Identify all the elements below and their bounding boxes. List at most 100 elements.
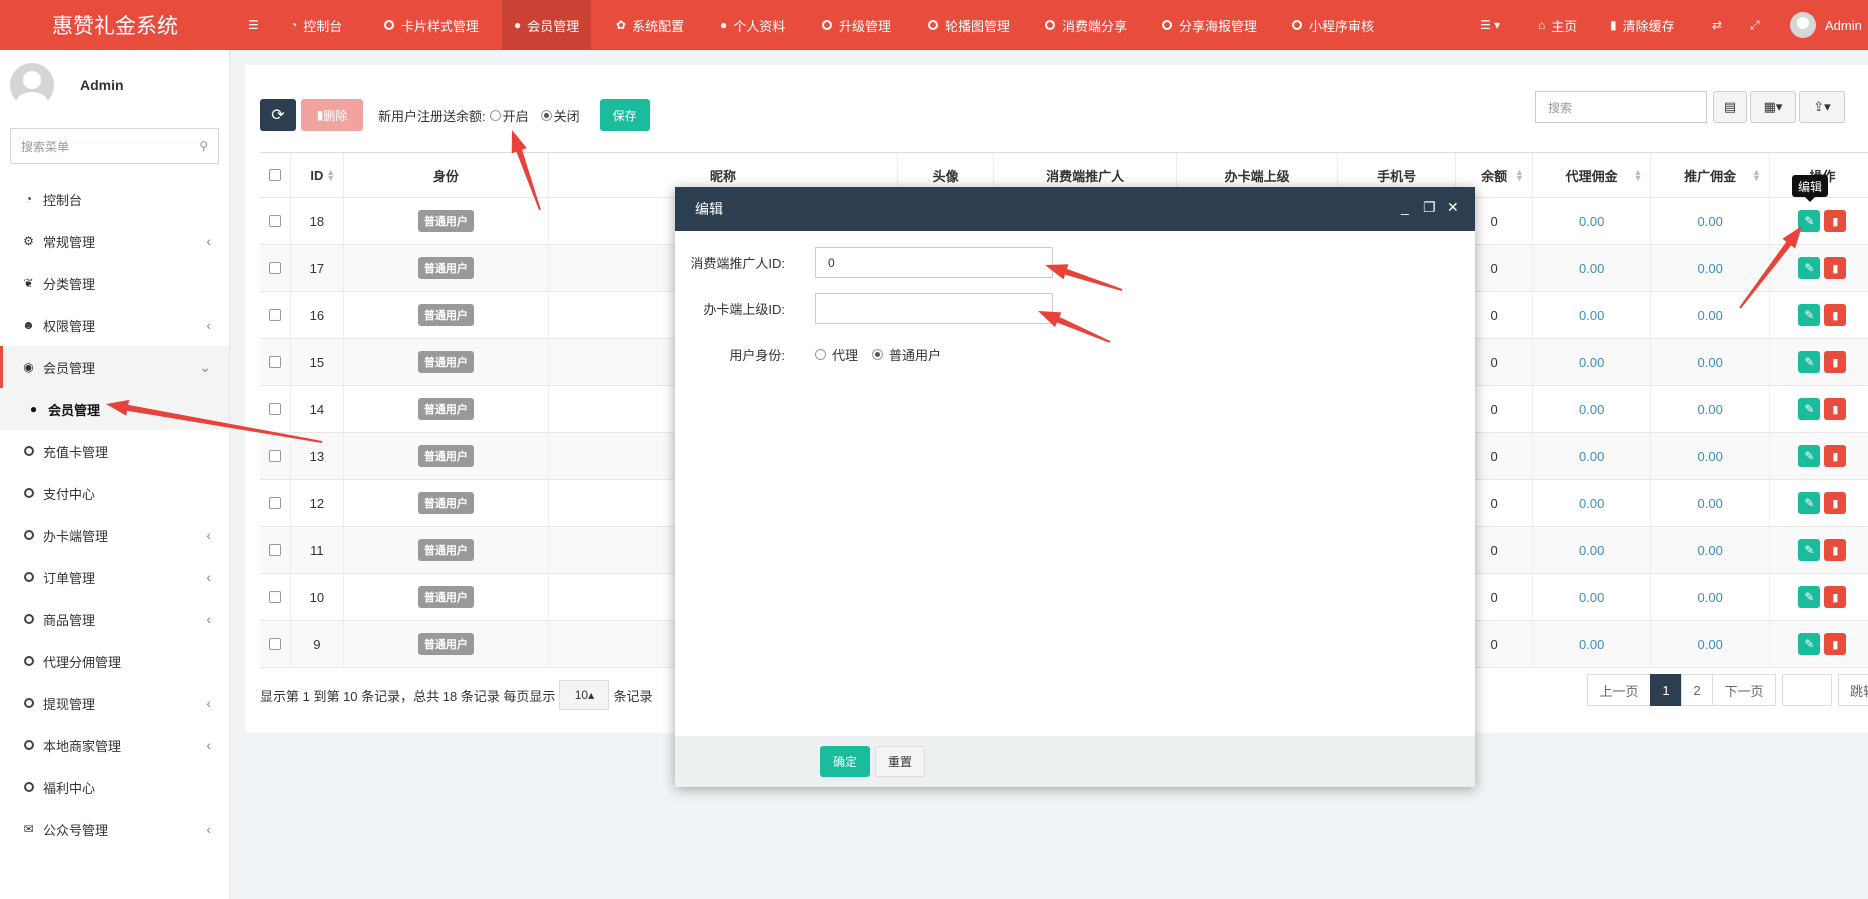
register-bonus-off-radio[interactable]: [540, 109, 552, 121]
promoter-id-input[interactable]: 0: [815, 247, 1053, 278]
edit-button[interactable]: ✎: [1798, 539, 1821, 561]
user-menu[interactable]: Admin: [1778, 0, 1868, 50]
fullscreen-button[interactable]: ⤢: [1738, 0, 1778, 50]
column-header-promo-commission[interactable]: 推广佣金 ▲ ▼: [1651, 153, 1770, 197]
nav-dashboard[interactable]: ◔ 控制台: [278, 0, 354, 50]
delete-row-button[interactable]: ▮: [1824, 633, 1847, 655]
checkbox[interactable]: [268, 215, 281, 227]
sidebar-item-card-issuer[interactable]: 办卡端管理 ‹: [0, 514, 229, 556]
checkbox[interactable]: [268, 169, 281, 181]
home-link[interactable]: ⌂ 主页: [1526, 0, 1589, 50]
nav-card-style[interactable]: 卡片样式管理: [372, 0, 491, 50]
clear-cache-button[interactable]: ▮ 清除缓存: [1598, 0, 1687, 50]
confirm-button[interactable]: 确定: [820, 746, 870, 777]
jump-button[interactable]: 跳转: [1838, 674, 1868, 706]
row-checkbox[interactable]: [260, 621, 291, 667]
identity-normal-radio[interactable]: [872, 349, 884, 360]
sidebar-item-wechat[interactable]: ✉ 公众号管理 ‹: [0, 808, 229, 850]
row-checkbox[interactable]: [260, 527, 291, 573]
reset-button[interactable]: 重置: [875, 746, 925, 777]
sidebar-item-welfare[interactable]: 福利中心: [0, 766, 229, 808]
row-checkbox[interactable]: [260, 433, 291, 479]
page-2-button[interactable]: 2: [1681, 674, 1713, 706]
nav-profile[interactable]: ● 个人资料: [708, 0, 797, 50]
sidebar-item-recharge-card[interactable]: 充值卡管理: [0, 430, 229, 472]
edit-button[interactable]: ✎: [1798, 398, 1821, 420]
superior-id-input[interactable]: [815, 293, 1053, 324]
column-header-id[interactable]: ID ▲ ▼: [291, 153, 345, 197]
sidebar-item-dashboard[interactable]: ◔ 控制台: [0, 178, 229, 220]
sidebar-item-permission[interactable]: ☻ 权限管理 ‹: [0, 304, 229, 346]
identity-agent-radio[interactable]: [815, 349, 826, 360]
checkbox[interactable]: [268, 356, 281, 368]
nav-carousel[interactable]: 轮播图管理: [916, 0, 1022, 50]
delete-row-button[interactable]: ▮: [1824, 398, 1847, 420]
menu-search-input[interactable]: 搜索菜单 ⚲: [10, 128, 219, 164]
sidebar-item-withdraw[interactable]: 提现管理 ‹: [0, 682, 229, 724]
close-icon[interactable]: ✕: [1447, 199, 1459, 216]
delete-row-button[interactable]: ▮: [1824, 586, 1847, 608]
delete-row-button[interactable]: ▮: [1824, 445, 1847, 467]
checkbox[interactable]: [268, 497, 281, 509]
edit-button[interactable]: ✎: [1798, 304, 1821, 326]
toggle-view-button[interactable]: ▤: [1713, 91, 1747, 123]
delete-row-button[interactable]: ▮: [1824, 257, 1847, 279]
checkbox[interactable]: [268, 403, 281, 415]
more-menu-button[interactable]: ☰ ▾: [1468, 0, 1518, 50]
delete-row-button[interactable]: ▮: [1824, 351, 1847, 373]
sidebar-item-member[interactable]: ◉ 会员管理 ⌄: [0, 346, 229, 388]
sidebar-toggle-button[interactable]: ☰: [236, 0, 277, 50]
edit-button[interactable]: ✎: [1798, 210, 1821, 232]
app-logo[interactable]: 惠赞礼金系统: [0, 0, 230, 50]
nav-miniprogram-review[interactable]: 小程序审核: [1280, 0, 1386, 50]
nav-share-poster[interactable]: 分享海报管理: [1150, 0, 1269, 50]
edit-button[interactable]: ✎: [1798, 257, 1821, 279]
edit-button[interactable]: ✎: [1798, 492, 1821, 514]
columns-button[interactable]: ▦▾: [1750, 91, 1796, 123]
checkbox[interactable]: [268, 262, 281, 274]
export-button[interactable]: ⇪▾: [1799, 91, 1845, 123]
page-1-button[interactable]: 1: [1650, 674, 1682, 706]
column-header-agent-commission[interactable]: 代理佣金 ▲ ▼: [1533, 153, 1652, 197]
table-search-input[interactable]: 搜索: [1535, 91, 1707, 123]
register-bonus-on-radio[interactable]: [489, 109, 501, 121]
checkbox[interactable]: [268, 544, 281, 556]
select-all-checkbox[interactable]: [260, 153, 291, 197]
row-checkbox[interactable]: [260, 339, 291, 385]
row-checkbox[interactable]: [260, 198, 291, 244]
nav-member[interactable]: ● 会员管理: [502, 0, 592, 50]
row-checkbox[interactable]: [260, 574, 291, 620]
sidebar-item-member-management[interactable]: ● 会员管理: [0, 388, 229, 430]
row-checkbox[interactable]: [260, 292, 291, 338]
checkbox[interactable]: [268, 309, 281, 321]
sidebar-item-products[interactable]: 商品管理 ‹: [0, 598, 229, 640]
edit-button[interactable]: ✎: [1798, 633, 1821, 655]
prev-page-button[interactable]: 上一页: [1587, 674, 1651, 706]
edit-button[interactable]: ✎: [1798, 586, 1821, 608]
jump-page-input[interactable]: [1782, 674, 1832, 706]
delete-row-button[interactable]: ▮: [1824, 539, 1847, 561]
refresh-button[interactable]: ⟳: [260, 99, 296, 131]
save-button[interactable]: 保存: [599, 99, 650, 131]
delete-row-button[interactable]: ▮: [1824, 304, 1847, 326]
delete-row-button[interactable]: ▮: [1824, 492, 1847, 514]
sidebar-item-payment[interactable]: 支付中心: [0, 472, 229, 514]
delete-button[interactable]: ▮ 删除: [301, 99, 363, 131]
checkbox[interactable]: [268, 638, 281, 650]
row-checkbox[interactable]: [260, 386, 291, 432]
checkbox[interactable]: [268, 591, 281, 603]
nav-consumer-share[interactable]: 消费端分享: [1033, 0, 1139, 50]
sidebar-item-orders[interactable]: 订单管理 ‹: [0, 556, 229, 598]
sidebar-item-local-merchant[interactable]: 本地商家管理 ‹: [0, 724, 229, 766]
next-page-button[interactable]: 下一页: [1712, 674, 1776, 706]
maximize-icon[interactable]: ❐: [1423, 199, 1436, 216]
nav-upgrade[interactable]: 升级管理: [810, 0, 903, 50]
row-checkbox[interactable]: [260, 245, 291, 291]
sidebar-item-category[interactable]: ❦ 分类管理: [0, 262, 229, 304]
checkbox[interactable]: [268, 450, 281, 462]
minimize-icon[interactable]: _: [1401, 199, 1409, 215]
page-size-dropdown[interactable]: 10 ▴: [559, 680, 610, 710]
delete-row-button[interactable]: ▮: [1824, 210, 1847, 232]
language-button[interactable]: ⇄: [1700, 0, 1740, 50]
sidebar-item-agent-commission[interactable]: 代理分佣管理: [0, 640, 229, 682]
